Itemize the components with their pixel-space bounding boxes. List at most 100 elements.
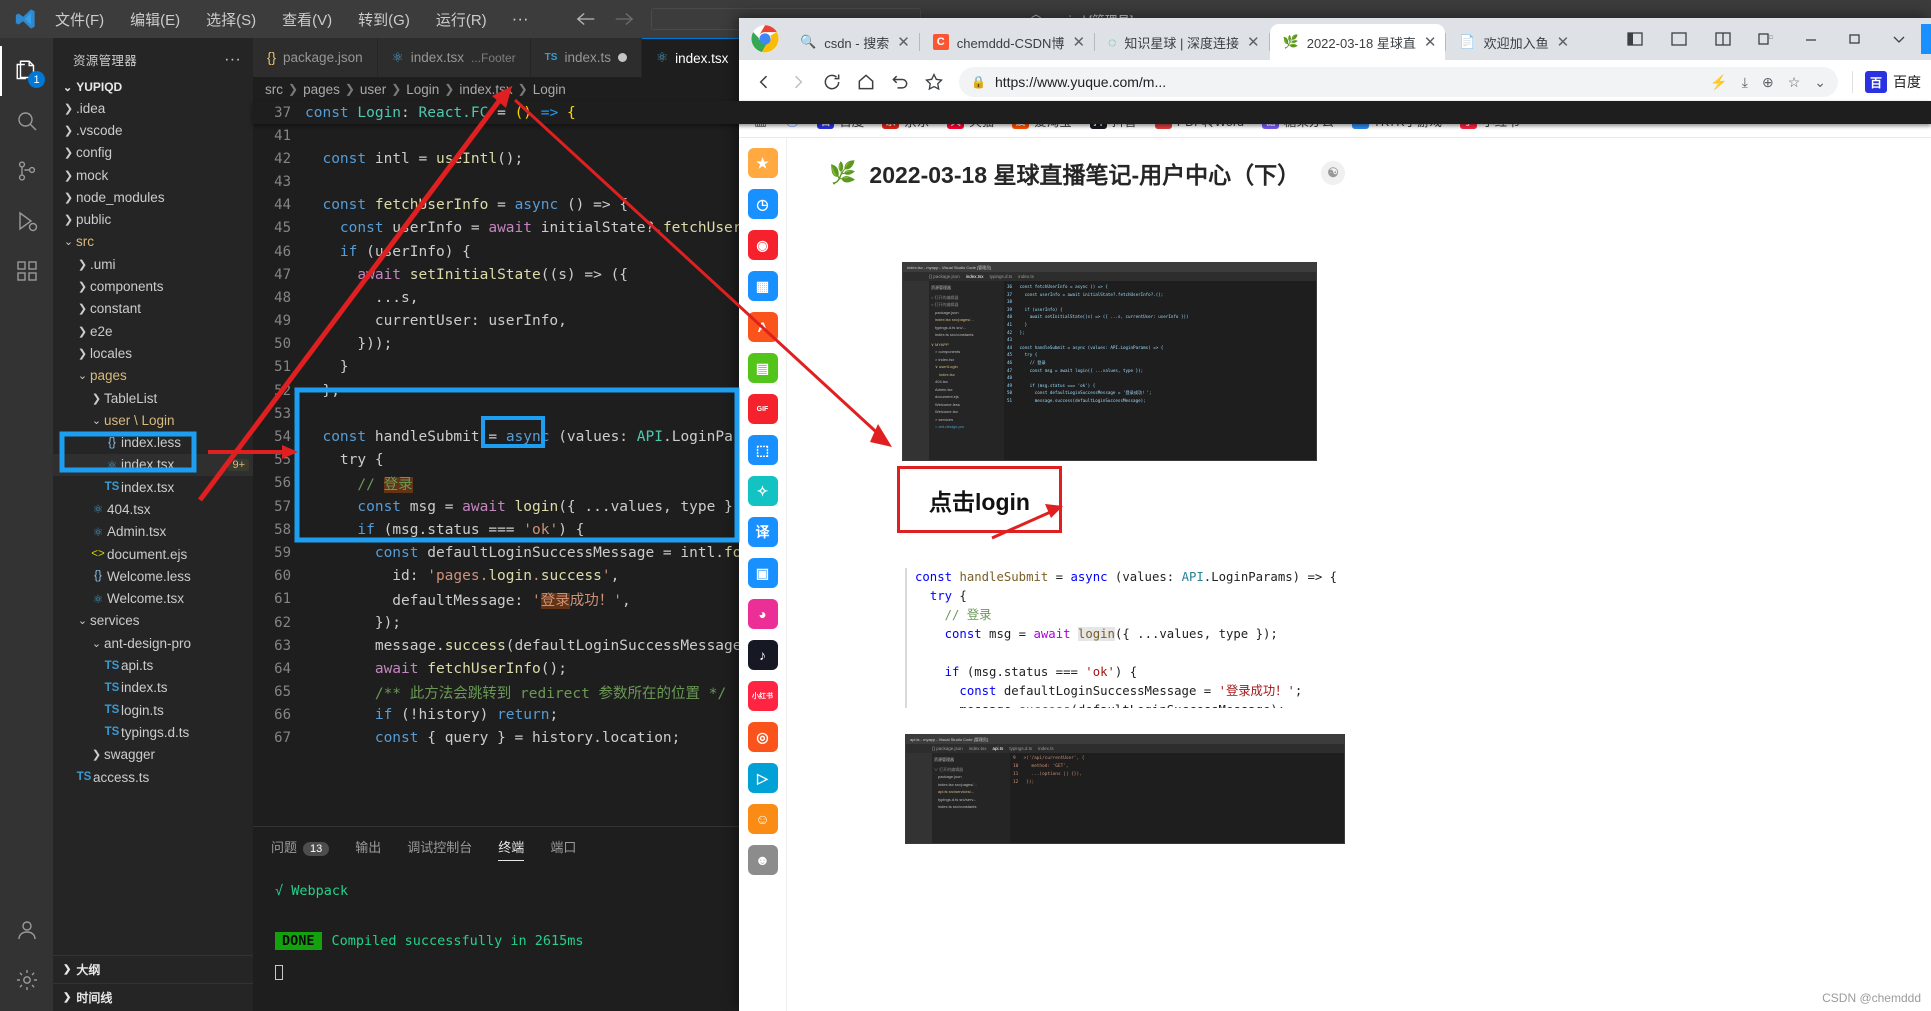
search-engine-shortcut[interactable]: 百 百度 <box>1852 71 1921 93</box>
chevron-right-icon[interactable]: ❯ <box>75 347 90 360</box>
minimize-button[interactable] <box>1789 24 1833 54</box>
tree-item-welcome-tsx[interactable]: ⚛Welcome.tsx <box>53 588 253 610</box>
chevron-right-icon[interactable]: ❯ <box>61 191 76 204</box>
crop-icon[interactable]: ⬚ <box>748 435 778 465</box>
bookmark-star-icon[interactable] <box>919 67 949 97</box>
window-icon[interactable]: ▣ <box>748 558 778 588</box>
chevron-right-icon[interactable]: ❯ <box>75 258 90 271</box>
tree-item-typings-d-ts[interactable]: TStypings.d.ts <box>53 721 253 743</box>
split-left-icon[interactable] <box>1613 24 1657 54</box>
home-button[interactable] <box>851 67 881 97</box>
chevron-down-icon[interactable]: ⌄ <box>61 235 76 248</box>
chevron-down-icon[interactable]: ⌄ <box>75 614 90 627</box>
forward-button[interactable] <box>783 67 813 97</box>
window-controls[interactable]: □ <box>1613 18 1931 60</box>
breadcrumb-item-4[interactable]: index.tsx <box>459 82 512 97</box>
tree-item-api-ts[interactable]: TSapi.ts <box>53 654 253 676</box>
breadcrumb-item-5[interactable]: Login <box>533 82 566 97</box>
tree-item-swagger[interactable]: ❯swagger <box>53 744 253 766</box>
chevron-right-icon[interactable]: ❯ <box>61 146 76 159</box>
chevron-right-icon[interactable]: ❯ <box>89 748 104 761</box>
close-icon[interactable]: ✕ <box>1424 33 1437 51</box>
tree-item-mock[interactable]: ❯mock <box>53 164 253 186</box>
chevron-down-icon[interactable]: ⌄ <box>75 369 90 382</box>
chart-icon[interactable]: ✧ <box>748 476 778 506</box>
panel-tab-2[interactable]: 调试控制台 <box>407 837 472 861</box>
tree-item-index-tsx[interactable]: ⚛index.tsx9+ <box>53 454 253 476</box>
vscode-menubar[interactable]: 文件(F) 编辑(E) 选择(S) 查看(V) 转到(G) 运行(R) ··· <box>42 5 541 34</box>
menu-more-icon[interactable]: ··· <box>500 7 541 31</box>
avatar[interactable]: ☯ <box>1321 161 1345 185</box>
activitybar-search[interactable] <box>0 96 53 146</box>
tree-item-services[interactable]: ⌄services <box>53 610 253 632</box>
tree-item-user-login[interactable]: ⌄user \ Login <box>53 409 253 431</box>
chevron-right-icon[interactable]: ❯ <box>61 124 76 137</box>
editor-tab-2[interactable]: TSindex.ts <box>531 38 642 77</box>
tree-item-constant[interactable]: ❯constant <box>53 298 253 320</box>
nav-forward-icon[interactable] <box>613 11 635 27</box>
avatar-icon[interactable]: ☻ <box>748 845 778 875</box>
chevron-down-icon[interactable]: ⌄ <box>89 414 104 427</box>
breadcrumb-item-3[interactable]: Login <box>406 82 439 97</box>
close-icon[interactable]: ✕ <box>897 33 910 51</box>
tree-item-admin-tsx[interactable]: ⚛Admin.tsx <box>53 521 253 543</box>
tree-item-tablelist[interactable]: ❯TableList <box>53 387 253 409</box>
tree-item-locales[interactable]: ❯locales <box>53 342 253 364</box>
timeline-section[interactable]: ❯ 时间线 <box>53 983 253 1011</box>
outline-section[interactable]: ❯ 大纲 <box>53 955 253 983</box>
tree-item--umi[interactable]: ❯.umi <box>53 253 253 275</box>
tree-item--idea[interactable]: ❯.idea <box>53 97 253 119</box>
pdf-icon[interactable]: A <box>748 312 778 342</box>
browser-tabs[interactable]: 🔍csdn - 搜索✕Cchemddd-CSDN博✕◌知识星球 | 深度连接✕🌿… <box>787 24 1578 60</box>
ghost-icon[interactable]: ◕ <box>748 599 778 629</box>
lightning-icon[interactable]: ⚡ <box>1710 74 1727 91</box>
activitybar-source-control[interactable] <box>0 146 53 196</box>
record-icon[interactable]: ◉ <box>748 230 778 260</box>
tree-item-node-modules[interactable]: ❯node_modules <box>53 186 253 208</box>
tree-item-welcome-less[interactable]: {}Welcome.less <box>53 565 253 587</box>
tree-item-ant-design-pro[interactable]: ⌄ant-design-pro <box>53 632 253 654</box>
back-button[interactable] <box>749 67 779 97</box>
nav-back-icon[interactable] <box>575 11 597 27</box>
close-window-button[interactable] <box>1921 24 1931 54</box>
menu-run[interactable]: 运行(R) <box>423 5 500 34</box>
menu-selection[interactable]: 选择(S) <box>193 5 269 34</box>
translate-icon[interactable]: 译 <box>748 517 778 547</box>
panel-tab-0[interactable]: 问题13 <box>271 837 329 861</box>
tree-item-pages[interactable]: ⌄pages <box>53 365 253 387</box>
tree-item-index-less[interactable]: {}index.less <box>53 431 253 453</box>
tree-item-public[interactable]: ❯public <box>53 208 253 230</box>
browser-tab-1[interactable]: Cchemddd-CSDN博✕ <box>920 24 1094 60</box>
editor-tab-1[interactable]: ⚛index.tsx...Footer <box>378 38 531 77</box>
chevron-right-icon[interactable]: ❯ <box>75 302 90 315</box>
zoom-icon[interactable]: ⊕ <box>1762 74 1774 91</box>
tree-item-404-tsx[interactable]: ⚛404.tsx <box>53 498 253 520</box>
menu-go[interactable]: 转到(G) <box>345 5 423 34</box>
tree-item-access-ts[interactable]: TSaccess.ts <box>53 766 253 788</box>
tree-item-index-ts[interactable]: TSindex.ts <box>53 677 253 699</box>
workspace-root-row[interactable]: ⌄ YUPIQD <box>53 77 253 97</box>
close-icon[interactable]: ✕ <box>1557 33 1570 51</box>
panel-tab-4[interactable]: 端口 <box>550 837 576 861</box>
chevron-right-icon[interactable]: ❯ <box>75 280 90 293</box>
window-square-icon[interactable] <box>1657 24 1701 54</box>
menu-view[interactable]: 查看(V) <box>269 5 345 34</box>
star-icon[interactable]: ★ <box>748 148 778 178</box>
panel-tab-3[interactable]: 终端 <box>498 837 524 861</box>
browser-tab-0[interactable]: 🔍csdn - 搜索✕ <box>787 24 919 60</box>
browser-tab-4[interactable]: 📄欢迎加入鱼✕ <box>1446 24 1578 60</box>
chevron-right-icon[interactable]: ❯ <box>61 213 76 226</box>
panel-tab-1[interactable]: 输出 <box>355 837 381 861</box>
activitybar-extensions[interactable] <box>0 246 53 296</box>
chevron-down-icon[interactable]: ⌄ <box>1814 74 1826 91</box>
download-icon[interactable]: ⤓ <box>1742 74 1748 91</box>
chevron-right-icon[interactable]: ❯ <box>61 169 76 182</box>
chevron-down-icon[interactable] <box>1877 24 1921 54</box>
tree-item-index-tsx[interactable]: TSindex.tsx <box>53 476 253 498</box>
explorer-more-icon[interactable]: ··· <box>224 56 241 64</box>
breadcrumb-item-0[interactable]: src <box>265 82 283 97</box>
editor-tab-0[interactable]: {}package.json <box>253 38 378 77</box>
file-tree[interactable]: ❯.idea❯.vscode❯config❯mock❯node_modules❯… <box>53 97 253 955</box>
undo-button[interactable] <box>885 67 915 97</box>
tree-item-login-ts[interactable]: TSlogin.ts <box>53 699 253 721</box>
